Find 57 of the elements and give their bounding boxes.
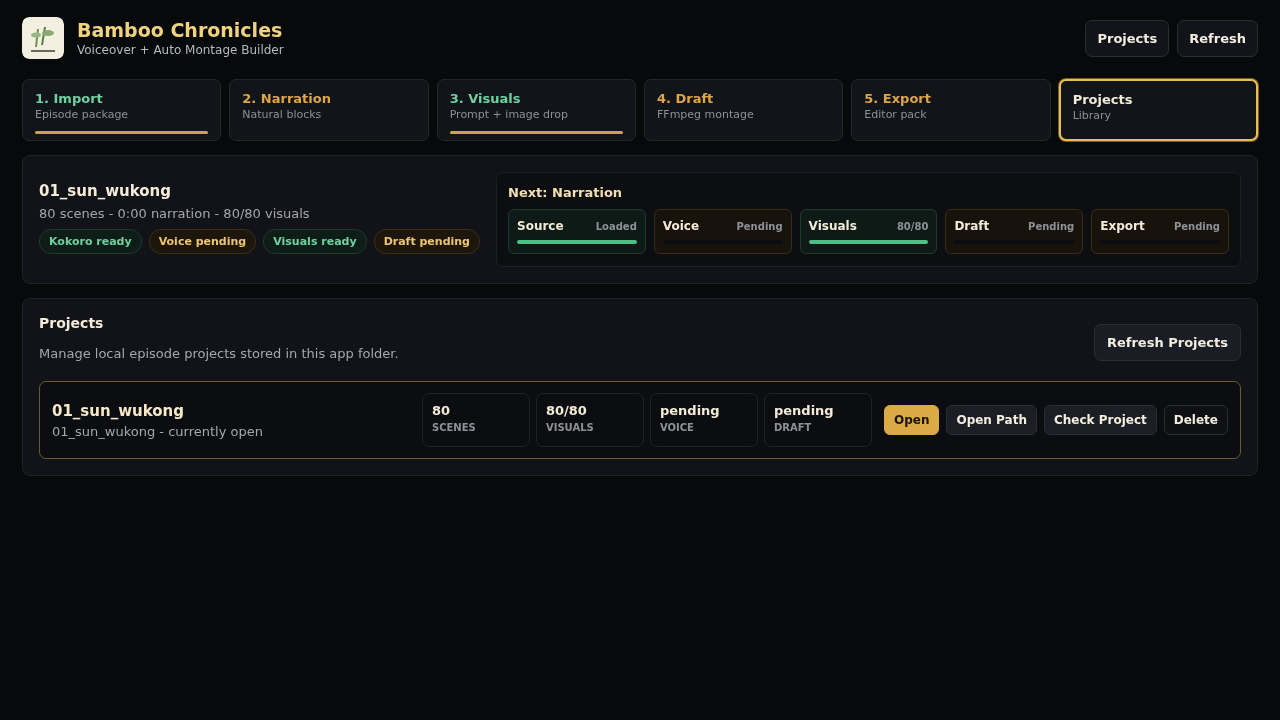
stage-status: Loaded [595,221,637,232]
step-title: Projects [1072,92,1134,107]
step-subtitle: FFmpeg montage [657,108,755,121]
status-chip: Kokoro ready [39,229,142,254]
stage-name: Draft [954,219,990,233]
step-title: 5. Export [864,91,932,106]
step-title: 3. Visuals [449,91,522,106]
logo-icon [22,17,64,59]
project-action-button[interactable]: Open [883,405,940,435]
step-subtitle: Editor pack [864,108,928,121]
step-title: 4. Draft [657,91,715,106]
section-title: Projects [39,315,105,331]
step-subtitle: Episode package [35,108,130,121]
episode-name: 01_sun_wukong [39,182,172,200]
step-tab[interactable]: 4. Draft FFmpeg montage [644,79,844,141]
app-title: Bamboo Chronicles [77,19,284,41]
stage-name: Source [517,219,564,233]
app-subtitle: Voiceover + Auto Montage Builder [77,43,284,57]
stage-name: Voice [662,219,700,233]
header-button[interactable]: Projects [1085,19,1170,57]
stage-status: 80/80 [896,221,929,232]
step-tab[interactable]: Projects Library [1058,79,1258,141]
step-tab[interactable]: 3. Visuals Prompt + image drop [436,79,636,141]
step-subtitle: Natural blocks [242,108,323,121]
stat-value: pending [659,403,721,418]
stat-value: 80 [431,403,452,418]
stage-status: Pending [736,221,783,232]
refresh-projects-button[interactable]: Refresh Projects [1093,324,1241,361]
next-step-title: Next: Narration [508,185,624,200]
project-detail: 01_sun_wukong - currently open [52,423,264,439]
step-title: 1. Import [35,91,104,106]
project-name: 01_sun_wukong [52,401,185,420]
stage-name: Visuals [808,219,857,233]
section-description: Manage local episode projects stored in this app folder. [39,346,399,361]
step-tab[interactable]: 5. Export Editor pack [851,79,1051,141]
stage-status: Pending [1173,221,1220,232]
stat-value: 80/80 [545,403,588,418]
project-action-button[interactable]: Open Path [946,405,1037,435]
project-action-button[interactable]: Delete [1163,405,1228,435]
step-tab[interactable]: 2. Narration Natural blocks [229,79,429,141]
stat-label: SCENES [431,422,477,433]
status-chip: Draft pending [373,229,480,254]
episode-summary: 80 scenes - 0:00 narration - 80/80 visuals [39,206,311,221]
status-chip: Voice pending [148,229,257,254]
stat-label: VISUALS [545,422,595,433]
status-chip: Visuals ready [263,229,367,254]
step-title: 2. Narration [242,91,332,106]
step-subtitle: Library [1072,109,1113,122]
step-tab[interactable]: 1. Import Episode package [22,79,222,141]
header-button[interactable]: Refresh [1177,19,1258,57]
stage-status: Pending [1028,221,1075,232]
project-action-button[interactable]: Check Project [1043,405,1157,435]
stat-value: pending [773,403,835,418]
stat-label: DRAFT [773,422,813,433]
step-subtitle: Prompt + image drop [449,108,570,121]
stage-name: Export [1100,219,1145,233]
stat-label: VOICE [659,422,695,433]
